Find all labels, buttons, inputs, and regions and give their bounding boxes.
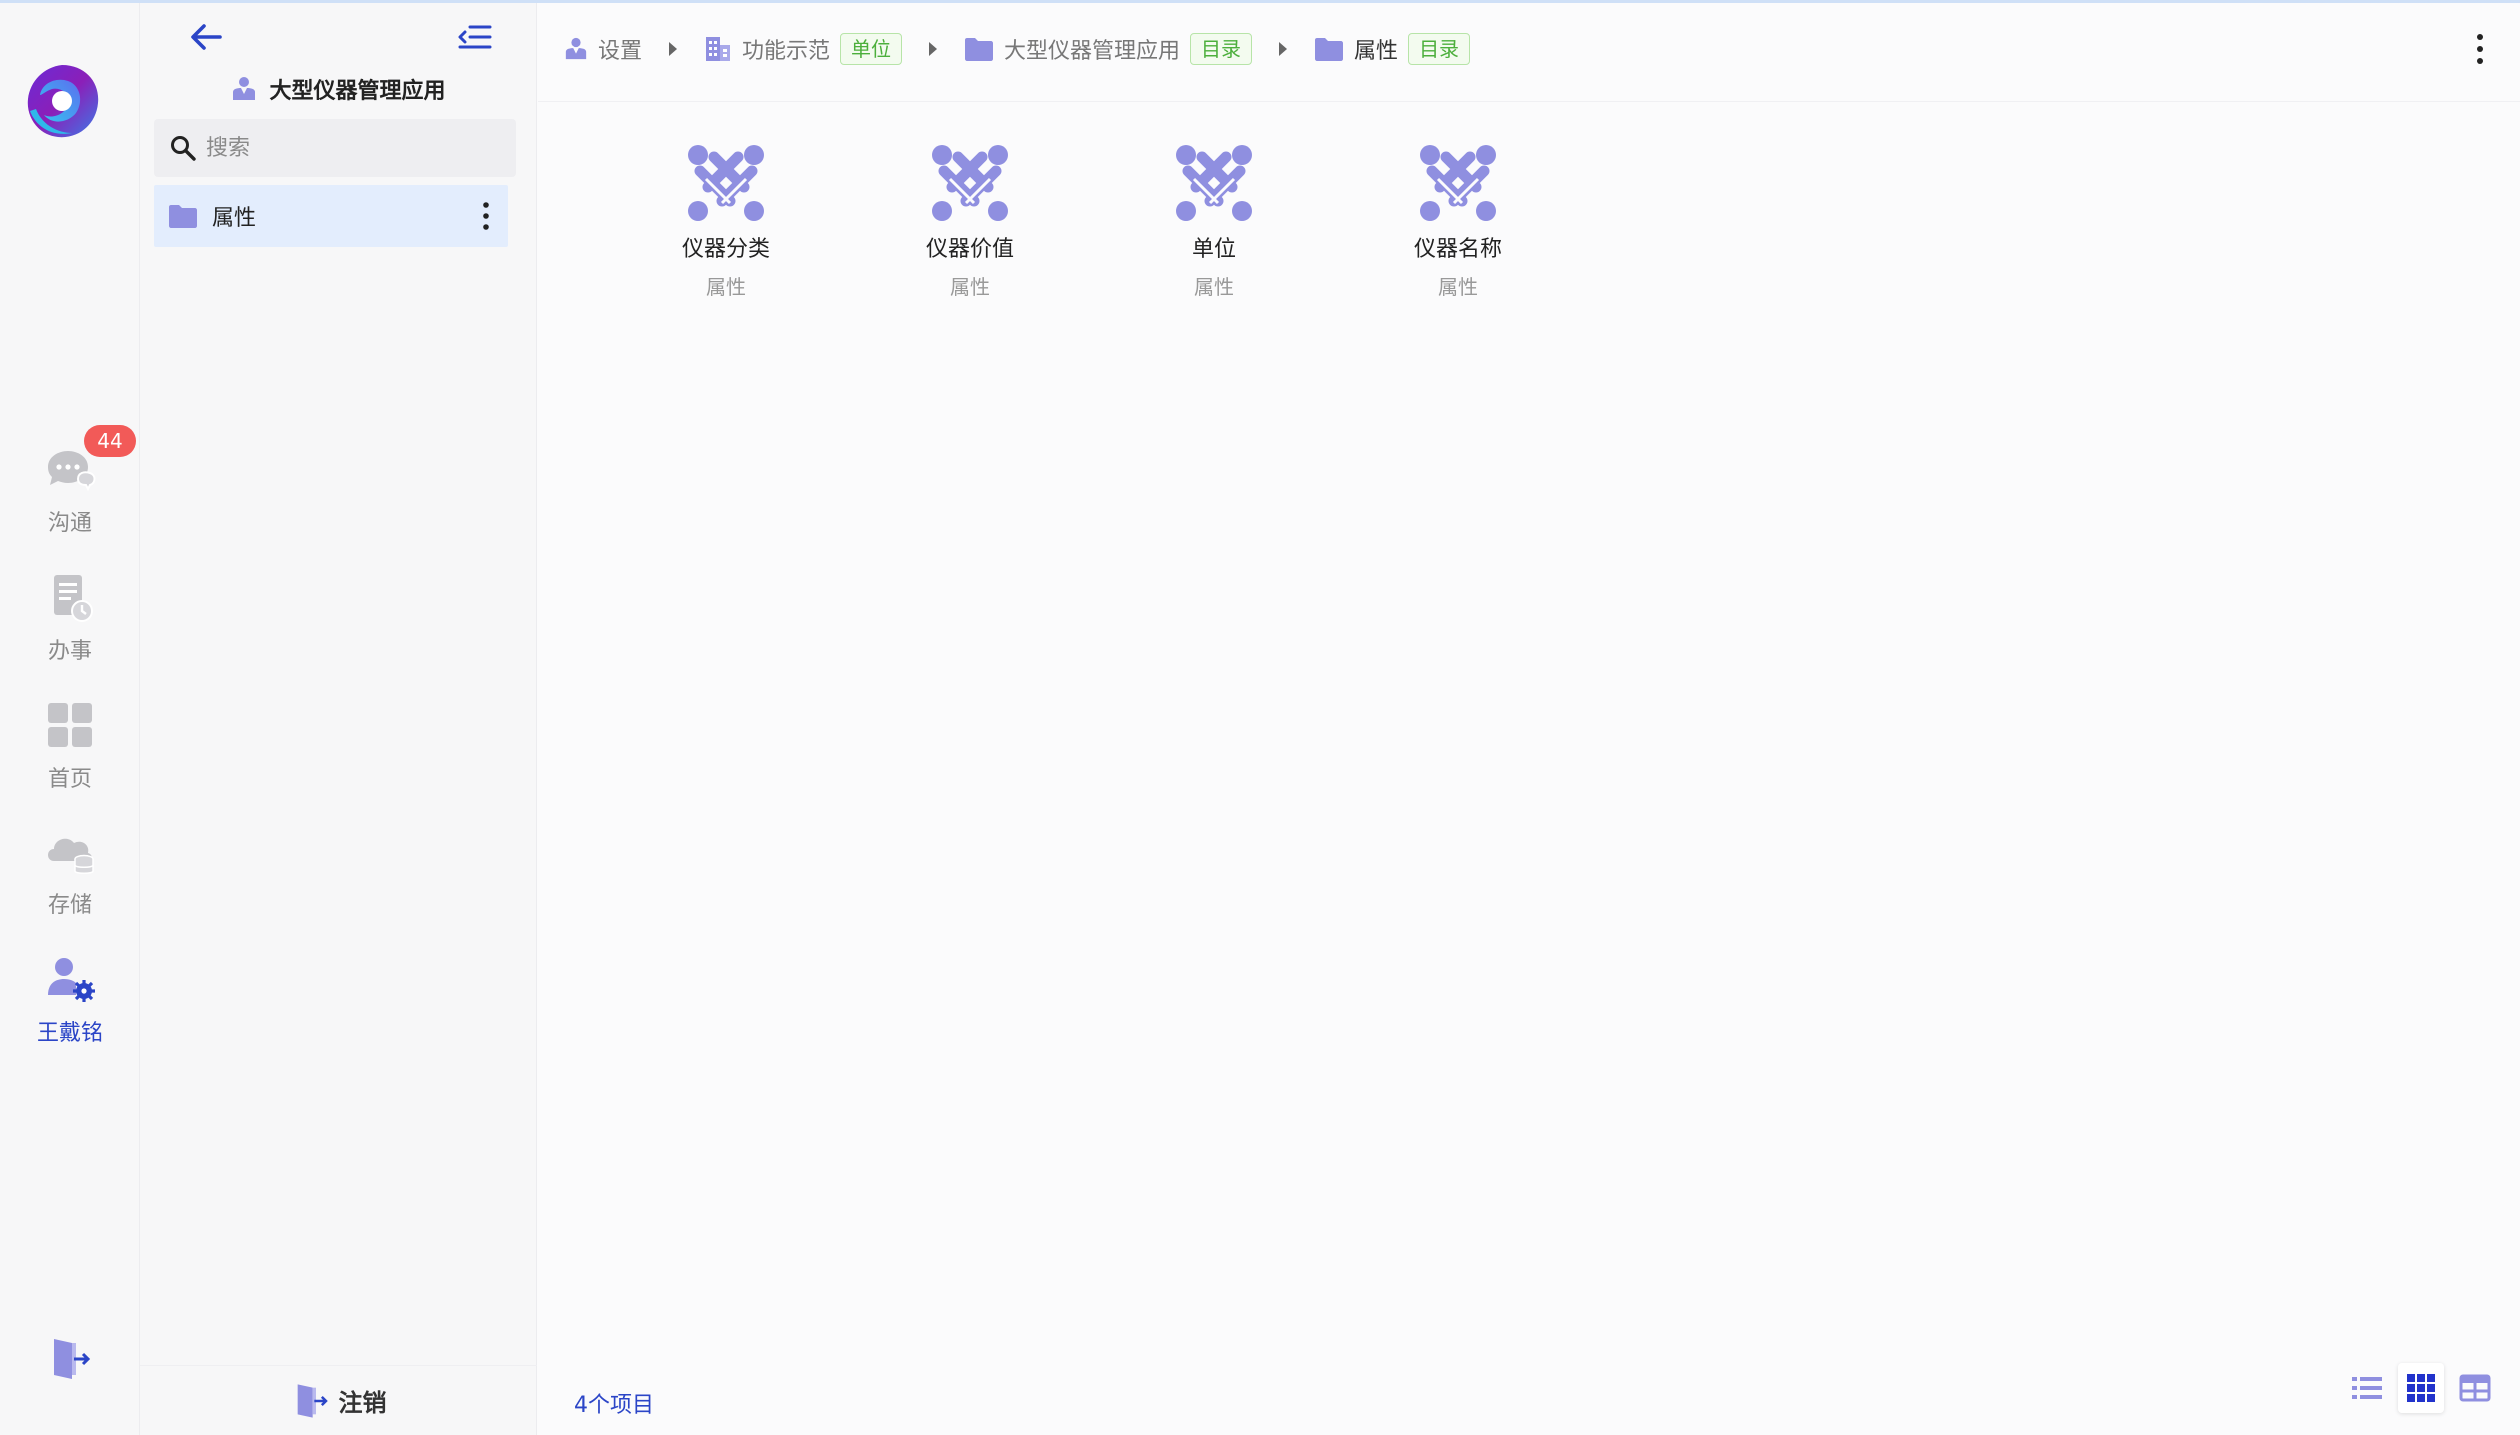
unread-badge: 44 — [84, 425, 136, 457]
header-divider — [538, 101, 2520, 102]
rail-item-user[interactable]: 王戴铭 — [0, 953, 140, 1063]
panel-title: 大型仪器管理应用 — [140, 71, 537, 107]
left-rail: 44 沟通 办事 首页 存储 王戴铭 — [0, 3, 140, 1435]
rail-item-label: 首页 — [47, 767, 92, 792]
cloud-database-icon — [48, 838, 94, 874]
caret-right-icon — [929, 42, 938, 56]
tree-item-attributes[interactable]: 属性 — [154, 185, 508, 247]
breadcrumb-item-attributes[interactable]: 属性 目录 — [1314, 33, 1471, 65]
logout-label: 注销 — [338, 1389, 387, 1417]
folder-icon — [965, 38, 994, 61]
rail-item-label: 沟通 — [47, 511, 92, 536]
collapse-menu-icon[interactable] — [456, 21, 492, 53]
view-table-button[interactable] — [2452, 1363, 2498, 1413]
item-type: 属性 — [1194, 275, 1234, 299]
panel-title-text: 大型仪器管理应用 — [269, 79, 446, 104]
view-list-button[interactable] — [2344, 1363, 2390, 1413]
building-icon — [706, 37, 731, 61]
exit-door-icon — [297, 1383, 328, 1418]
breadcrumb-label: 属性 — [1354, 39, 1399, 64]
breadcrumb-item-app[interactable]: 大型仪器管理应用 目录 — [964, 33, 1253, 65]
logout-button[interactable]: 注销 — [140, 1365, 537, 1435]
breadcrumb-item-settings[interactable]: 设置 — [564, 33, 642, 65]
side-panel: 大型仪器管理应用 属性 注销 — [140, 3, 537, 1435]
item-name: 单位 — [1191, 237, 1236, 262]
breadcrumb-label: 功能示范 — [742, 39, 831, 64]
joomla-knot-icon — [1176, 145, 1252, 221]
list-view-icon — [2352, 1377, 2382, 1399]
item-type: 属性 — [706, 275, 746, 299]
search-box[interactable] — [154, 119, 516, 177]
rail-item-label: 存储 — [47, 893, 92, 918]
joomla-knot-icon — [932, 145, 1008, 221]
breadcrumb-label: 大型仪器管理应用 — [1004, 39, 1181, 64]
app-logo[interactable] — [22, 61, 102, 141]
item-count: 4个项目 — [574, 1393, 654, 1418]
item-card[interactable]: 仪器价值 属性 — [848, 141, 1092, 301]
folder-icon — [1315, 38, 1344, 61]
joomla-knot-icon — [1420, 145, 1496, 221]
item-card[interactable]: 仪器名称 属性 — [1336, 141, 1580, 301]
type-tag: 目录 — [1190, 33, 1253, 65]
breadcrumb-label: 设置 — [598, 39, 643, 64]
rail-item-work[interactable]: 办事 — [0, 571, 140, 681]
joomla-knot-icon — [688, 145, 764, 221]
folder-icon — [169, 205, 197, 228]
item-card[interactable]: 仪器分类 属性 — [604, 141, 848, 301]
item-grid: 仪器分类 属性 仪器价值 属性 单位 属性 仪器名称 属性 — [604, 141, 1580, 301]
item-type: 属性 — [950, 275, 990, 299]
rail-item-chat[interactable]: 44 沟通 — [0, 425, 140, 553]
grid-icon — [48, 703, 92, 747]
caret-right-icon — [1279, 42, 1288, 56]
person-badge-icon — [565, 37, 587, 60]
person-badge-icon — [233, 77, 256, 100]
item-name: 仪器分类 — [681, 237, 770, 262]
type-tag: 单位 — [840, 33, 903, 65]
item-name: 仪器价值 — [925, 237, 1014, 262]
main-content: 设置 功能示范 单位 大型仪器管理应用 目录 属性 目录 仪器分类 属性 仪器价… — [538, 3, 2520, 1435]
exit-door-icon[interactable] — [48, 1335, 92, 1383]
view-switcher — [2344, 1363, 2498, 1413]
rail-item-label: 王戴铭 — [36, 1021, 103, 1046]
breadcrumb: 设置 功能示范 单位 大型仪器管理应用 目录 属性 目录 — [564, 25, 1471, 73]
rail-item-home[interactable]: 首页 — [0, 699, 140, 809]
type-tag: 目录 — [1408, 33, 1471, 65]
back-arrow-icon[interactable] — [186, 19, 226, 55]
table-view-icon — [2459, 1374, 2491, 1402]
more-vertical-icon[interactable] — [2472, 31, 2488, 67]
view-icons-button[interactable] — [2398, 1363, 2444, 1413]
tree-item-label: 属性 — [212, 206, 257, 231]
user-settings-icon — [48, 958, 95, 1002]
search-icon — [171, 136, 196, 161]
search-input[interactable] — [206, 135, 506, 161]
item-type: 属性 — [1438, 275, 1478, 299]
caret-right-icon — [669, 42, 678, 56]
grid-view-icon — [2407, 1374, 2435, 1402]
rail-item-storage[interactable]: 存储 — [0, 825, 140, 935]
rail-item-label: 办事 — [47, 639, 92, 664]
breadcrumb-item-unit[interactable]: 功能示范 单位 — [704, 33, 903, 65]
item-name: 仪器名称 — [1413, 237, 1502, 262]
item-card[interactable]: 单位 属性 — [1092, 141, 1336, 301]
more-vertical-icon[interactable] — [476, 199, 496, 233]
document-clock-icon — [54, 575, 93, 622]
